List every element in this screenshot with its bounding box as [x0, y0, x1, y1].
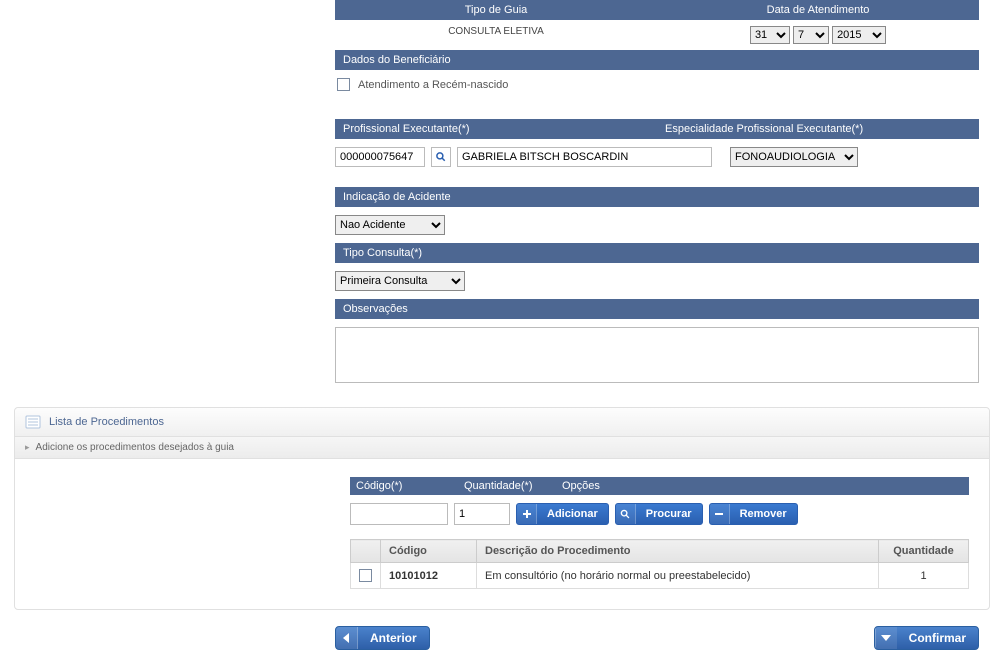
tipo-guia-value: CONSULTA ELETIVA: [335, 20, 657, 43]
observacoes-header: Observações: [335, 299, 979, 319]
profissional-name-input[interactable]: [457, 147, 712, 167]
opcoes-label: Opções: [562, 480, 600, 492]
tipo-guia-header: Tipo de Guia: [335, 0, 657, 20]
especialidade-exec-header: Especialidade Profissional Executante(*): [657, 119, 979, 139]
arrow-down-icon: [881, 633, 891, 643]
list-icon: [25, 414, 41, 430]
date-day-select[interactable]: 31: [750, 26, 790, 44]
col-descricao: Descrição do Procedimento: [477, 540, 879, 563]
search-icon: [435, 151, 447, 163]
col-quantidade: Quantidade: [879, 540, 969, 563]
anterior-button[interactable]: Anterior: [335, 626, 430, 650]
tipo-consulta-select[interactable]: Primeira Consulta: [335, 271, 465, 291]
profissional-code-input[interactable]: [335, 147, 425, 167]
arrow-left-icon: [343, 633, 351, 643]
observacoes-textarea[interactable]: [335, 327, 979, 383]
row-quantidade: 1: [879, 563, 969, 589]
chevron-right-icon: ▸: [25, 442, 30, 453]
date-month-select[interactable]: 7: [793, 26, 829, 44]
proc-code-input[interactable]: [350, 503, 448, 525]
proc-qty-input[interactable]: [454, 503, 510, 525]
procurar-button[interactable]: Procurar: [615, 503, 703, 525]
recem-nascido-checkbox[interactable]: [337, 78, 350, 91]
adicionar-button[interactable]: Adicionar: [516, 503, 609, 525]
data-atendimento-header: Data de Atendimento: [657, 0, 979, 20]
codigo-label: Código(*): [356, 480, 464, 492]
recem-nascido-label: Atendimento a Recém-nascido: [358, 79, 508, 91]
lista-procedimentos-panel: Lista de Procedimentos ▸ Adicione os pro…: [14, 407, 990, 610]
profissional-lookup-button[interactable]: [431, 147, 451, 167]
table-row: 10101012 Em consultório (no horário norm…: [351, 563, 969, 589]
date-year-select[interactable]: 2015: [832, 26, 886, 44]
minus-icon: [714, 509, 724, 519]
adicione-proc-label: Adicione os procedimentos desejados à gu…: [36, 442, 234, 453]
profissional-exec-header: Profissional Executante(*): [335, 119, 657, 139]
search-icon: [620, 509, 631, 520]
especialidade-select[interactable]: FONOAUDIOLOGIA: [730, 147, 858, 167]
procedimentos-table: Código Descrição do Procedimento Quantid…: [350, 539, 969, 589]
row-descricao: Em consultório (no horário normal ou pre…: [477, 563, 879, 589]
acidente-select[interactable]: Nao Acidente: [335, 215, 445, 235]
row-checkbox[interactable]: [359, 569, 372, 582]
remover-button[interactable]: Remover: [709, 503, 798, 525]
plus-icon: [522, 509, 532, 519]
row-codigo: 10101012: [381, 563, 477, 589]
indicacao-acidente-header: Indicação de Acidente: [335, 187, 979, 207]
tipo-consulta-header: Tipo Consulta(*): [335, 243, 979, 263]
quantidade-label: Quantidade(*): [464, 480, 562, 492]
col-codigo: Código: [381, 540, 477, 563]
confirmar-button[interactable]: Confirmar: [874, 626, 979, 650]
lista-procedimentos-title: Lista de Procedimentos: [49, 416, 164, 428]
dados-beneficiario-header: Dados do Beneficiário: [335, 50, 979, 70]
